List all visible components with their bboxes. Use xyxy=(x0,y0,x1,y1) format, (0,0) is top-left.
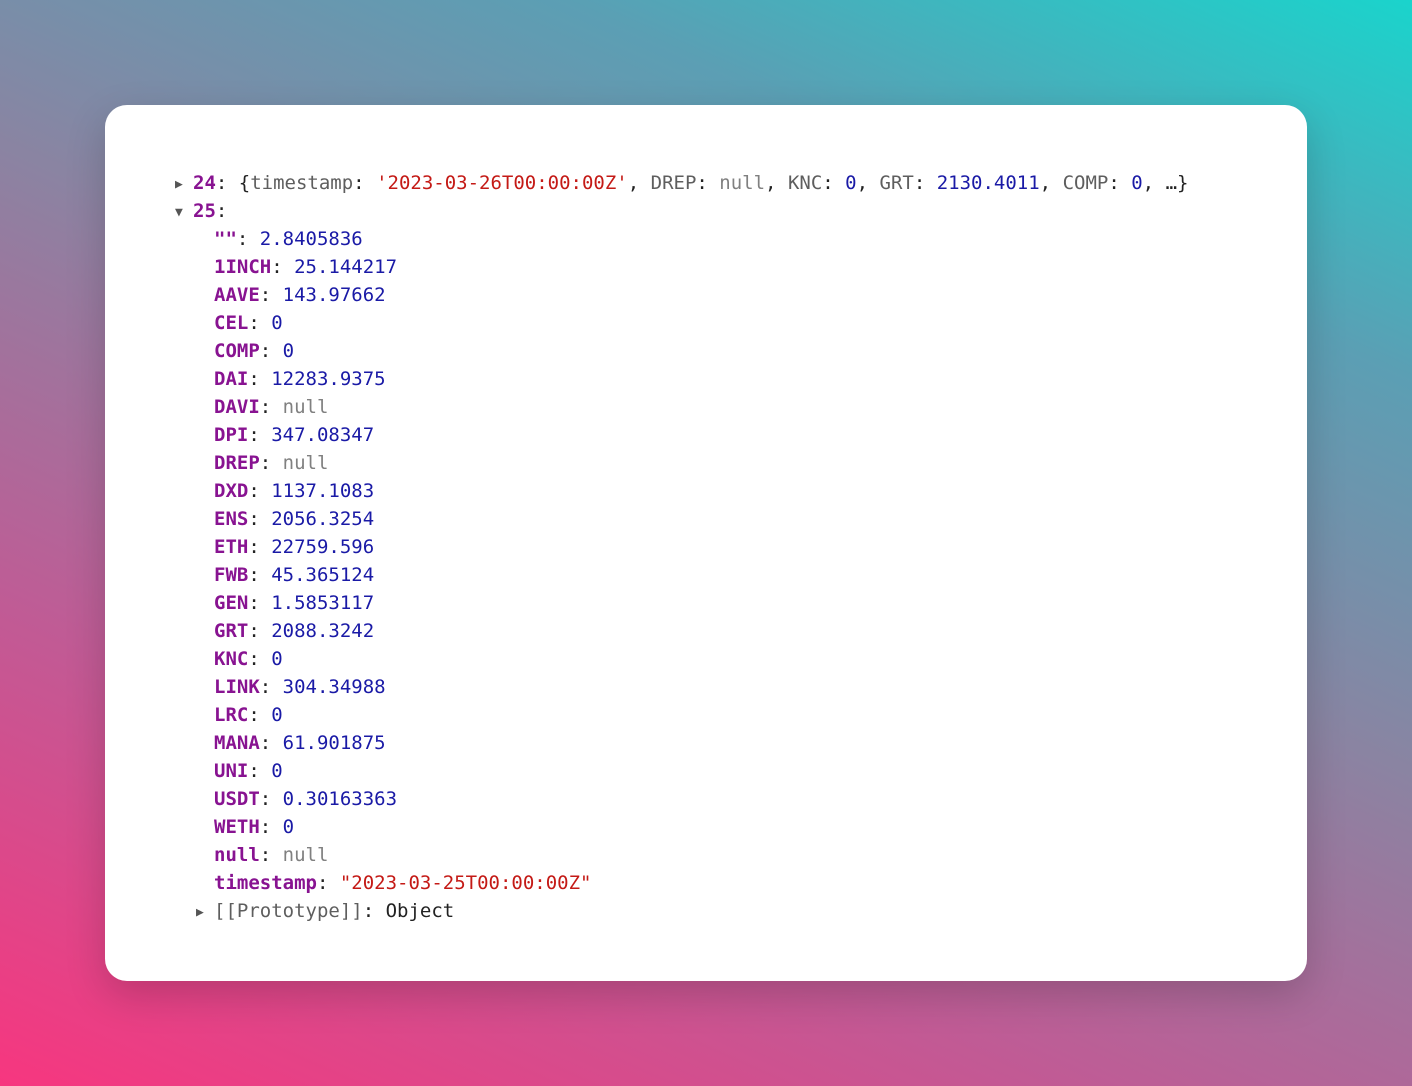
property-key: MANA xyxy=(214,732,260,754)
property-row: 1INCH: 25.144217 xyxy=(214,256,398,278)
expand-triangle-icon[interactable]: ▶ xyxy=(175,171,193,199)
preview-key: COMP xyxy=(1062,172,1109,194)
property-key: 1INCH xyxy=(214,256,272,278)
property-key: DXD xyxy=(214,480,249,502)
preview-value: '2023-03-26T00:00:00Z' xyxy=(376,172,628,194)
property-key: GEN xyxy=(214,592,249,614)
property-value: 0 xyxy=(271,760,283,782)
property-row: GRT: 2088.3242 xyxy=(214,620,375,642)
property-value: 45.365124 xyxy=(271,564,375,586)
collapse-triangle-icon[interactable]: ▼ xyxy=(175,199,193,227)
preview-key: KNC xyxy=(787,172,823,194)
property-value: 22759.596 xyxy=(271,536,375,558)
entry-index: 24 xyxy=(193,172,216,194)
property-row: DAI: 12283.9375 xyxy=(214,368,386,390)
property-value: 61.901875 xyxy=(282,732,386,754)
property-key: LINK xyxy=(214,676,260,698)
prototype-key: [[Prototype]] xyxy=(214,900,363,922)
property-row: CEL: 0 xyxy=(214,312,283,334)
array-entry-24[interactable]: ▶ 24: {timestamp: '2023-03-26T00:00:00Z',… xyxy=(175,169,1267,197)
array-entry-25[interactable]: ▼ 25: xyxy=(175,197,1267,225)
property-row: DAVI: null xyxy=(214,396,329,418)
property-row: AAVE: 143.97662 xyxy=(214,284,386,306)
property-row: GEN: 1.5853117 xyxy=(214,592,375,614)
property-key: FWB xyxy=(214,564,249,586)
property-value: 347.08347 xyxy=(271,424,375,446)
property-value: 0 xyxy=(282,340,295,362)
property-row: DXD: 1137.1083 xyxy=(214,480,375,502)
property-row: UNI: 0 xyxy=(214,760,283,782)
property-row: timestamp: "2023-03-25T00:00:00Z" xyxy=(214,872,592,894)
property-value: "2023-03-25T00:00:00Z" xyxy=(339,872,592,894)
property-value: 304.34988 xyxy=(282,676,386,698)
property-value: null xyxy=(282,396,329,418)
property-value: 1137.1083 xyxy=(271,480,375,502)
property-value: null xyxy=(282,452,329,474)
property-key: CEL xyxy=(214,312,249,334)
property-row: ENS: 2056.3254 xyxy=(214,508,375,530)
property-row: FWB: 45.365124 xyxy=(214,564,375,586)
property-row: USDT: 0.30163363 xyxy=(214,788,398,810)
property-key: DAI xyxy=(214,368,249,390)
property-value: 1.5853117 xyxy=(271,592,375,614)
expand-triangle-icon[interactable]: ▶ xyxy=(196,899,214,927)
property-key: timestamp xyxy=(214,872,317,894)
property-key: AAVE xyxy=(214,284,260,306)
property-row: ETH: 22759.596 xyxy=(214,536,375,558)
preview-value: 0 xyxy=(845,172,857,194)
property-value: null xyxy=(282,844,329,866)
console-card: ▶ 24: {timestamp: '2023-03-26T00:00:00Z',… xyxy=(105,105,1307,981)
property-row: DPI: 347.08347 xyxy=(214,424,375,446)
property-key: KNC xyxy=(214,648,249,670)
property-row: DREP: null xyxy=(214,452,329,474)
property-key: COMP xyxy=(214,340,260,362)
property-key: WETH xyxy=(214,816,260,838)
property-key: ENS xyxy=(214,508,249,530)
property-value: 0 xyxy=(282,816,295,838)
property-row: COMP: 0 xyxy=(214,340,295,362)
property-list: "": 2.8405836 1INCH: 25.144217 AAVE: 143.9… xyxy=(175,225,1267,897)
property-key: UNI xyxy=(214,760,249,782)
preview-key: GRT xyxy=(879,172,914,194)
property-row: null: null xyxy=(214,844,329,866)
property-value: 2.8405836 xyxy=(259,228,363,250)
property-row: WETH: 0 xyxy=(214,816,295,838)
property-row: MANA: 61.901875 xyxy=(214,732,386,754)
property-row: LINK: 304.34988 xyxy=(214,676,386,698)
prototype-value: Object xyxy=(385,900,455,922)
property-value: 0 xyxy=(271,704,283,726)
property-key: GRT xyxy=(214,620,249,642)
property-value: 2056.3254 xyxy=(271,508,375,530)
property-value: 0.30163363 xyxy=(282,788,398,810)
property-key: ETH xyxy=(214,536,249,558)
property-value: 0 xyxy=(271,648,283,670)
preview-value: 0 xyxy=(1131,172,1143,194)
property-value: 143.97662 xyxy=(282,284,386,306)
preview-key: DREP xyxy=(650,172,697,194)
property-key: DPI xyxy=(214,424,249,446)
property-row: LRC: 0 xyxy=(214,704,283,726)
prototype-row[interactable]: ▶ [[Prototype]]: Object xyxy=(175,897,1267,925)
property-key: "" xyxy=(214,228,237,250)
property-key: LRC xyxy=(214,704,249,726)
property-row: "": 2.8405836 xyxy=(214,228,363,250)
property-value: 0 xyxy=(271,312,283,334)
entry-index: 25 xyxy=(193,200,216,222)
console-output: ▶ 24: {timestamp: '2023-03-26T00:00:00Z',… xyxy=(175,169,1267,925)
property-key: USDT xyxy=(214,788,260,810)
preview-key: timestamp xyxy=(250,172,354,194)
property-key: DAVI xyxy=(214,396,260,418)
property-key: DREP xyxy=(214,452,260,474)
property-row: KNC: 0 xyxy=(214,648,283,670)
property-value: 2088.3242 xyxy=(271,620,375,642)
property-key: null xyxy=(214,844,260,866)
preview-ellipsis: … xyxy=(1165,172,1178,194)
preview-value: 2130.4011 xyxy=(936,172,1040,194)
preview-value: null xyxy=(719,172,766,194)
property-value: 25.144217 xyxy=(294,256,398,278)
property-value: 12283.9375 xyxy=(271,368,386,390)
